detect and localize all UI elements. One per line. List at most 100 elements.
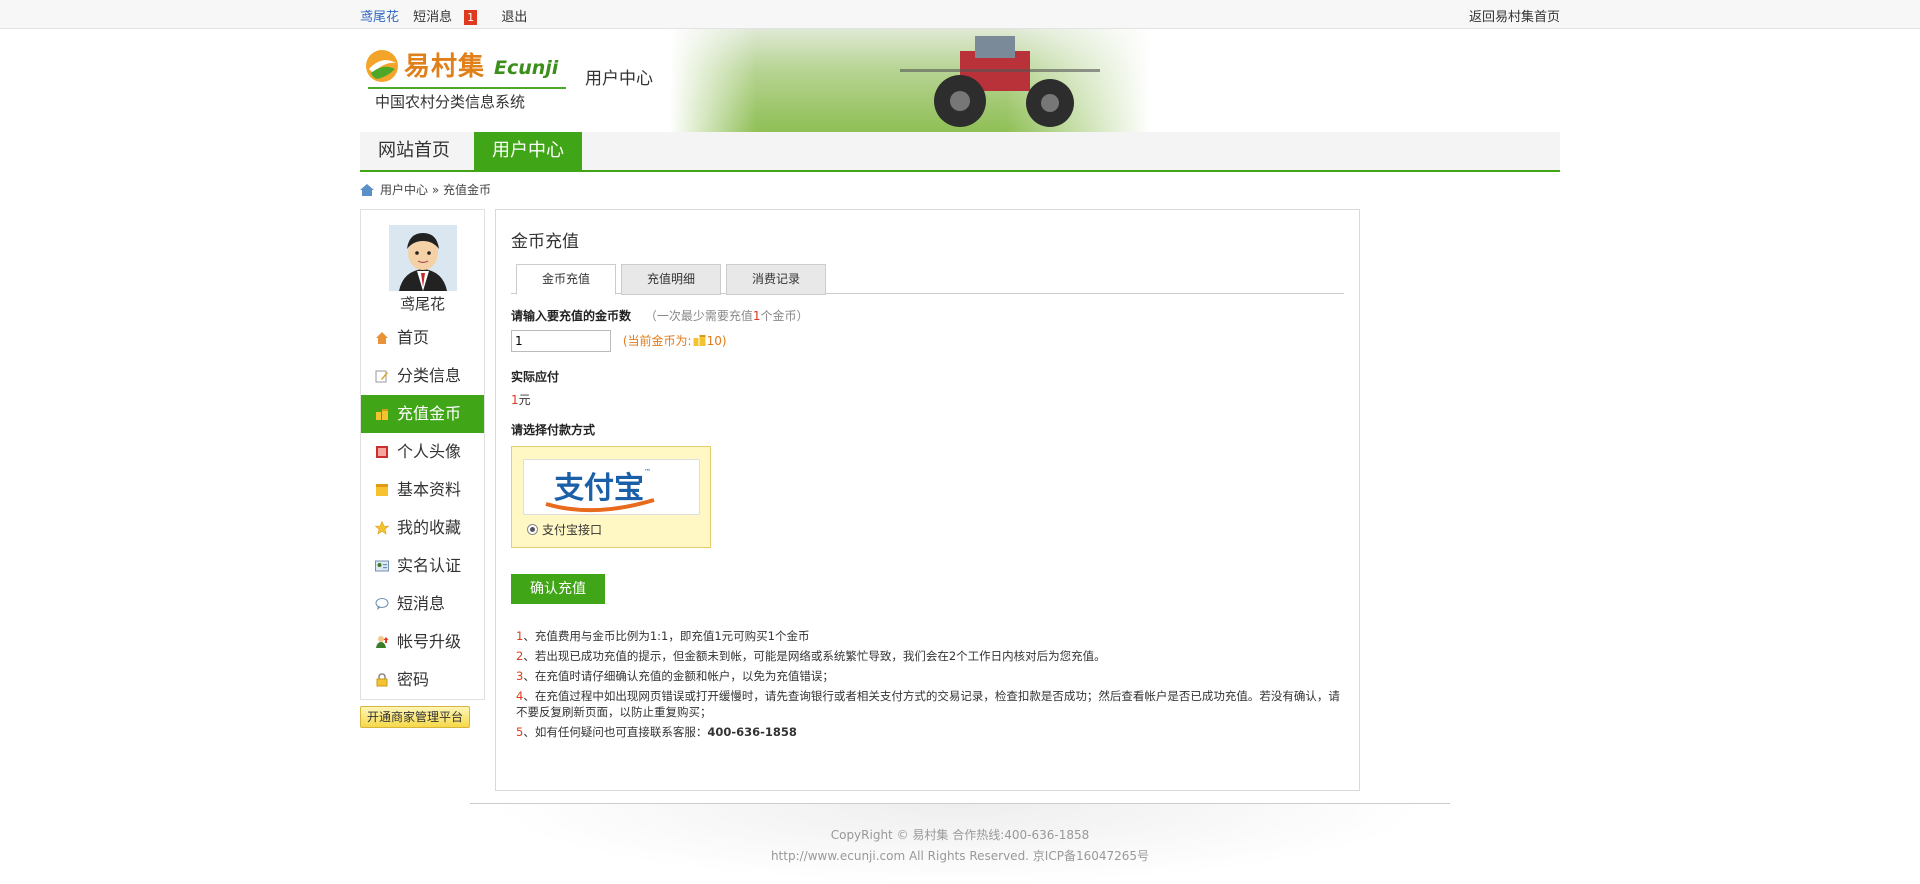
- username-link[interactable]: 鸢尾花: [360, 10, 399, 25]
- current-gold-prefix: (当前金币为:: [622, 334, 692, 348]
- main-panel: 金币充值 金币充值 充值明细 消费记录 请输入要充值的金币数 （一次最少需要充值…: [495, 209, 1360, 791]
- tab-recharge-detail[interactable]: 充值明细: [621, 264, 721, 295]
- nav-home[interactable]: 网站首页: [360, 132, 468, 170]
- alipay-radio-option[interactable]: 支付宝接口: [527, 521, 602, 538]
- amount-hint-prefix: （一次最少需要充值: [644, 309, 753, 323]
- tab-consumption-records[interactable]: 消费记录: [726, 264, 826, 295]
- edit-icon: [375, 370, 388, 383]
- sidebar-item-upgrade[interactable]: 帐号升级: [361, 623, 484, 661]
- pay-amount-label: 实际应付: [511, 370, 560, 384]
- sidebar-item-recharge[interactable]: 充值金币: [361, 395, 484, 433]
- coins-icon: [693, 335, 706, 346]
- current-gold-suffix: ): [721, 334, 727, 348]
- sidebar: 鸢尾花 首页 分类信息 充值金币 个人头像 基本资料 我的收藏 实名认证 短消息…: [360, 209, 485, 728]
- header-title: 用户中心: [585, 69, 653, 89]
- current-gold: (当前金币为: 10): [623, 334, 727, 348]
- note-text: 、充值费用与金币比例为1:1，即充值1元可购买1个金币: [523, 629, 810, 643]
- sidebar-item-label: 短消息: [397, 594, 446, 613]
- sidebar-item-verification[interactable]: 实名认证: [361, 547, 484, 585]
- breadcrumb-home[interactable]: 用户中心: [380, 183, 428, 197]
- sidebar-item-label: 首页: [397, 328, 430, 347]
- sidebar-item-label: 分类信息: [397, 366, 462, 385]
- recharge-notes: 1、充值费用与金币比例为1:1，即充值1元可购买1个金币 2、若出现已成功充值的…: [511, 626, 1344, 742]
- back-home-link[interactable]: 返回易村集首页: [1469, 6, 1560, 25]
- current-gold-value: 10: [706, 334, 722, 348]
- home-icon: [376, 332, 388, 344]
- sidebar-item-classified[interactable]: 分类信息: [361, 357, 484, 395]
- note-item: 3、在充值时请仔细确认充值的金额和帐户，以免为充值错误；: [516, 666, 1344, 686]
- logo-icon[interactable]: [365, 49, 399, 83]
- sidebar-item-messages[interactable]: 短消息: [361, 585, 484, 623]
- amount-hint-min: 1: [752, 309, 761, 323]
- logo-text-cn[interactable]: 易村集: [404, 46, 485, 83]
- sidebar-item-favorites[interactable]: 我的收藏: [361, 509, 484, 547]
- amount-hint: （一次最少需要充值1个金币）: [645, 309, 809, 323]
- alipay-logo[interactable]: 支付宝 ™: [523, 459, 700, 515]
- home-icon: [360, 184, 374, 196]
- tab-bar: 金币充值 充值明细 消费记录: [511, 262, 1344, 295]
- breadcrumb-separator: »: [428, 183, 443, 197]
- picture-icon: [376, 446, 388, 458]
- service-phone: 400-636-1858: [707, 725, 797, 739]
- note-text: 、若出现已成功充值的提示，但金额未到帐，可能是网络或系统繁忙导致，我们会在2个工…: [523, 649, 1106, 663]
- note-item: 4、在充值过程中如出现网页错误或打开缓慢时，请先查询银行或者相关支付方式的交易记…: [516, 686, 1344, 722]
- tab-recharge[interactable]: 金币充值: [516, 264, 616, 295]
- alipay-option-box[interactable]: 支付宝 ™ 支付宝接口: [511, 446, 711, 548]
- sidebar-item-label: 密码: [397, 670, 430, 689]
- sidebar-item-profile[interactable]: 基本资料: [361, 471, 484, 509]
- alipay-radio[interactable]: [527, 524, 538, 535]
- chat-icon: [375, 598, 389, 610]
- page-title: 金币充值: [511, 232, 579, 252]
- pay-amount-unit: 元: [518, 393, 531, 407]
- sidebar-item-label: 充值金币: [397, 404, 462, 423]
- footer-icp: http://www.ecunji.com All Rights Reserve…: [770, 849, 1150, 863]
- lock-icon: [376, 673, 388, 687]
- header: 易村集 Ecunji 中国农村分类信息系统 用户中心: [360, 29, 1560, 132]
- alipay-radio-label: 支付宝接口: [542, 523, 603, 537]
- messages-count-badge: 1: [464, 10, 478, 25]
- amount-hint-suffix: 个金币）: [760, 309, 809, 323]
- coin-amount-input[interactable]: [511, 330, 611, 352]
- sidebar-item-label: 我的收藏: [397, 518, 462, 537]
- amount-label: 请输入要充值的金币数: [511, 309, 632, 323]
- tractor-icon: [900, 36, 1100, 127]
- sidebar-item-avatar[interactable]: 个人头像: [361, 433, 484, 471]
- breadcrumb: 用户中心 » 充值金币: [360, 172, 1560, 208]
- coins-icon: [376, 409, 388, 420]
- note-text: 、如有任何疑问也可直接联系客服：: [523, 725, 708, 739]
- sidebar-item-password[interactable]: 密码: [361, 661, 484, 699]
- logo-subtitle: 中国农村分类信息系统: [375, 93, 526, 111]
- header-banner-image: [670, 29, 1150, 132]
- note-text: 、在充值过程中如出现网页错误或打开缓慢时，请先查询银行或者相关支付方式的交易记录…: [516, 689, 1340, 719]
- note-item: 2、若出现已成功充值的提示，但金额未到帐，可能是网络或系统繁忙导致，我们会在2个…: [516, 646, 1344, 666]
- alipay-logo-icon: 支付宝 ™: [545, 468, 655, 513]
- note-item: 5、如有任何疑问也可直接联系客服：400-636-1858: [516, 722, 1344, 742]
- sidebar-username: 鸢尾花: [399, 295, 445, 313]
- pay-amount-value: 1: [511, 393, 519, 407]
- sidebar-item-label: 帐号升级: [397, 632, 462, 651]
- footer-copyright: CopyRight © 易村集 合作热线:400-636-1858: [830, 828, 1090, 842]
- main-nav: 网站首页 用户中心: [360, 132, 1560, 172]
- avatar[interactable]: [388, 225, 457, 291]
- logo-text-en[interactable]: Ecunji: [494, 57, 558, 79]
- sidebar-item-label: 基本资料: [397, 480, 462, 499]
- messages-link[interactable]: 短消息 1: [413, 10, 487, 25]
- top-bar: 鸢尾花 短消息 1 退出 返回易村集首页: [0, 0, 1920, 29]
- messages-label: 短消息: [413, 10, 453, 25]
- note-item: 1、充值费用与金币比例为1:1，即充值1元可购买1个金币: [516, 626, 1344, 646]
- note-icon: [376, 484, 388, 496]
- open-merchant-platform-button[interactable]: 开通商家管理平台: [360, 706, 470, 728]
- star-icon: [375, 521, 389, 535]
- note-text: 、在充值时请仔细确认充值的金额和帐户，以免为充值错误；: [523, 669, 834, 683]
- sidebar-item-label: 实名认证: [397, 556, 462, 575]
- logout-link[interactable]: 退出: [501, 10, 527, 25]
- payment-method-label: 请选择付款方式: [511, 423, 596, 437]
- confirm-recharge-button[interactable]: 确认充值: [511, 574, 605, 604]
- footer-shadow: [490, 804, 1430, 884]
- logo-divider: [368, 87, 566, 89]
- user-up-icon: [376, 636, 389, 648]
- id-card-icon: [375, 560, 389, 572]
- nav-user-center[interactable]: 用户中心: [474, 132, 582, 170]
- breadcrumb-current: 充值金币: [443, 183, 492, 197]
- sidebar-item-home[interactable]: 首页: [361, 319, 484, 357]
